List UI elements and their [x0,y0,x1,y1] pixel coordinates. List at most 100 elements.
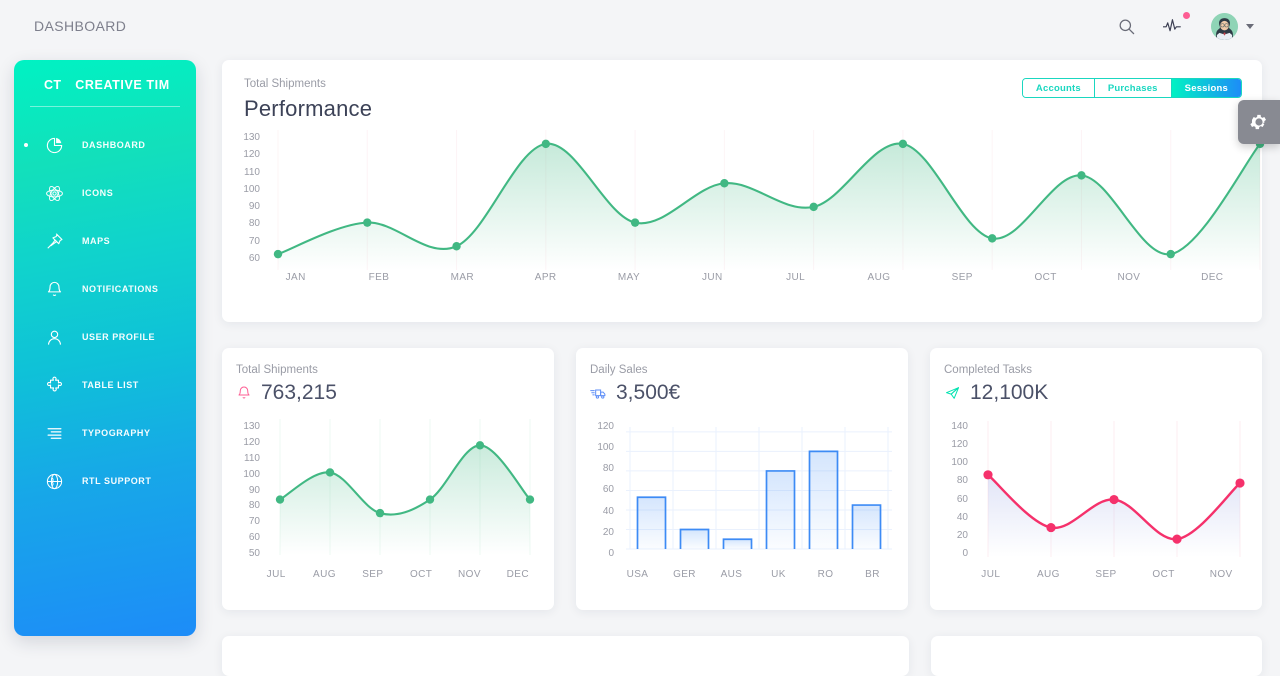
x-tick: OCT [1034,272,1057,283]
data-point [630,218,640,227]
x-tick: JUL [786,272,806,283]
y-tick: 110 [244,452,260,464]
sidebar-item-table-list[interactable]: TABLE LIST [14,361,196,409]
y-tick: 100 [243,183,260,195]
x-tick: SEP [951,272,973,283]
x-tick: AUS [720,569,743,580]
settings-panel-toggle[interactable] [1238,100,1280,144]
brand-name: CREATIVE TIM [75,78,170,92]
completed-tasks-chart: 140 120 100 80 60 40 20 0 JUL AUG SEP OCT NOV [944,419,1248,599]
notification-dot [1183,12,1190,19]
activity-pulse-icon[interactable] [1163,12,1190,37]
y-tick: 90 [248,484,260,496]
y-tick: 70 [248,235,260,247]
tab-purchases[interactable]: Purchases [1094,79,1172,97]
sidebar-item-label: TYPOGRAPHY [82,428,151,438]
completed-tasks-line-svg [983,421,1245,557]
data-point [275,495,285,504]
chevron-down-icon [1246,23,1254,29]
sidebar-item-user-profile[interactable]: USER PROFILE [14,313,196,361]
card-value: 763,215 [261,381,337,404]
sidebar-item-dashboard[interactable]: DASHBOARD [14,121,196,169]
avatar-menu[interactable] [1211,12,1254,40]
y-tick: 40 [602,505,614,517]
sidebar-item-icons[interactable]: ICONS [14,169,196,217]
y-axis-labels: 120 100 80 60 40 20 0 [590,421,614,559]
y-tick: 80 [248,218,260,230]
performance-tabs: Accounts Purchases Sessions [1021,78,1242,98]
x-tick: AUG [1036,569,1060,580]
bar-fill [809,451,838,549]
tab-sessions[interactable]: Sessions [1171,79,1241,97]
x-tick: GER [673,569,696,580]
y-tick: 50 [248,548,260,559]
y-tick: 110 [244,166,260,178]
performance-title: Performance [244,96,373,121]
main-content: Total Shipments Performance Accounts Pur… [222,60,1265,676]
sidebar-item-rtl-support[interactable]: RTL SUPPORT [14,457,196,505]
bell-icon [236,385,252,401]
x-tick: AUG [867,272,891,283]
page-title: DASHBOARD [34,18,127,34]
sidebar-divider [30,106,180,107]
x-tick: NOV [458,569,481,580]
data-point [983,470,993,480]
area-fill [278,143,1260,270]
data-point [1046,522,1056,533]
x-tick: NOV [1117,272,1141,283]
x-tick: JUL [981,569,1001,580]
sidebar-item-label: ICONS [82,188,114,198]
y-tick: 100 [951,457,968,469]
x-axis-labels: JUL AUG SEP OCT NOV [962,569,1250,580]
y-tick: 130 [243,132,260,143]
atom-icon [44,183,64,203]
data-point [1077,171,1086,180]
sidebar-item-label: DASHBOARD [82,140,146,150]
performance-line-svg [273,130,1265,270]
y-axis-labels: 140 120 100 80 60 40 20 0 [944,421,968,559]
data-point [987,234,997,243]
y-tick: 80 [248,500,260,512]
tab-accounts[interactable]: Accounts [1022,79,1095,97]
data-point [1235,478,1245,488]
avatar [1211,12,1238,40]
topbar-actions [1115,12,1254,40]
data-point [809,202,818,212]
total-shipments-line-svg [275,419,535,555]
y-tick: 20 [602,526,614,538]
x-tick: AUG [313,569,336,580]
data-point [541,139,551,149]
data-point [452,242,461,251]
y-tick: 120 [597,421,614,432]
y-tick: 120 [951,439,968,451]
sidebar-nav: DASHBOARD ICONS MAPS NOTIFICATIONS USER … [14,121,196,505]
stat-card-row: Total Shipments 763,215 130 120 110 100 90 80… [222,348,1264,610]
search-icon[interactable] [1115,15,1137,37]
y-tick: 70 [248,516,260,528]
card-label: Total Shipments [236,364,318,376]
x-tick: JUN [701,272,723,283]
x-tick: OCT [409,569,433,580]
y-tick: 120 [243,436,260,448]
card-value: 3,500€ [616,381,681,404]
globe-icon [44,471,64,491]
sidebar-item-typography[interactable]: TYPOGRAPHY [14,409,196,457]
x-tick: SEP [362,569,384,580]
data-point [898,139,908,149]
sidebar-item-maps[interactable]: MAPS [14,217,196,265]
sidebar-item-label: MAPS [82,236,111,246]
x-axis-labels: JAN FEB MAR APR MAY JUN JUL AUG SEP OCT NOV DEC [254,272,1254,283]
sidebar-item-notifications[interactable]: NOTIFICATIONS [14,265,196,313]
y-tick: 120 [243,149,260,161]
y-axis-labels: 130 120 110 100 90 80 70 60 [234,132,260,264]
active-bullet [24,143,28,147]
top-navbar: DASHBOARD [0,0,1280,52]
data-point [273,249,283,259]
card-value-row: 3,500€ [590,381,894,405]
y-tick: 100 [597,442,614,454]
puzzle-icon [44,375,64,395]
sidebar-item-label: NOTIFICATIONS [82,284,159,294]
data-point [1172,534,1182,544]
sidebar-item-label: RTL SUPPORT [82,476,152,486]
brand[interactable]: CT CREATIVE TIM [14,60,196,92]
